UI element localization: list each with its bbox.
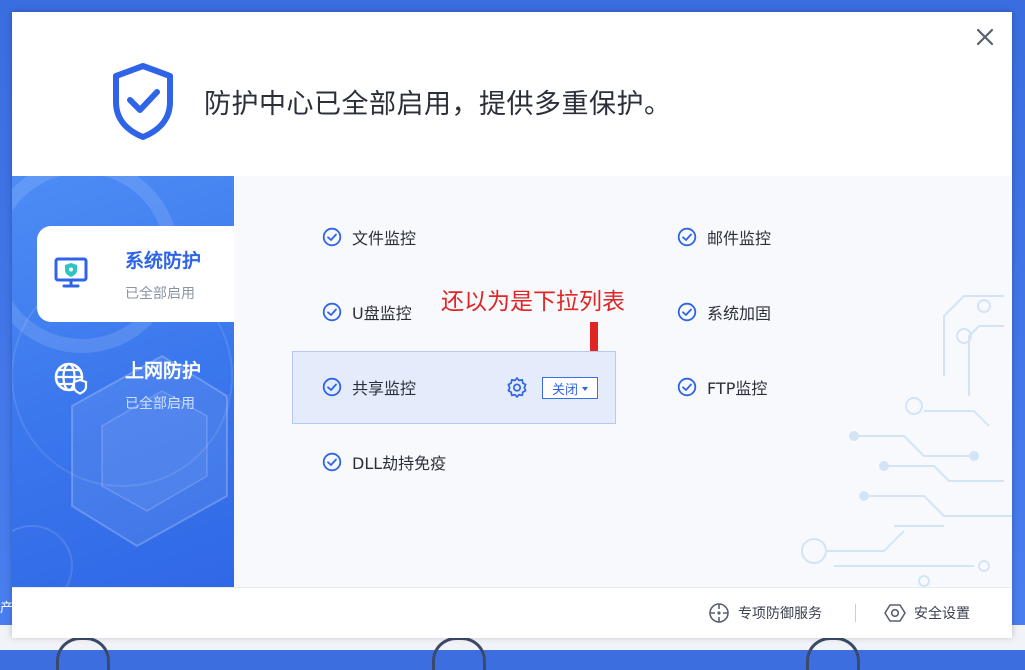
divider (855, 604, 856, 622)
feature-system-harden[interactable]: 系统加固 (677, 302, 772, 323)
circuit-decoration (801, 295, 1012, 587)
feature-label: U盘监控 (352, 304, 412, 323)
check-circle-icon (677, 302, 697, 322)
sidebar-item-title: 上网防护 (125, 360, 202, 382)
check-circle-icon (322, 227, 342, 247)
settings-icon (884, 604, 906, 622)
shield-icon (432, 637, 486, 670)
annotation-text: 还以为是下拉列表 (441, 289, 625, 315)
check-circle-icon (322, 377, 342, 397)
crosshair-icon (709, 603, 729, 623)
protection-features-panel: 文件监控 邮件监控 还以为是下拉列表 U盘监控 系统加固 共享监控 关闭 FTP… (234, 176, 1012, 587)
check-circle-icon (322, 302, 342, 322)
share-monitor-dropdown[interactable]: 关闭 (542, 377, 598, 399)
feature-label: 共享监控 (352, 379, 417, 398)
gear-icon[interactable] (506, 376, 528, 398)
shield-icon (56, 637, 110, 670)
check-circle-icon (677, 227, 697, 247)
feature-ftp-monitor[interactable]: FTP监控 (677, 377, 768, 398)
feature-label: 邮件监控 (707, 229, 772, 248)
sidebar-item-system-protection[interactable]: 系统防护 已全部启用 (37, 226, 234, 322)
footer-link-label: 安全设置 (914, 606, 970, 622)
globe-shield-icon (54, 362, 88, 395)
shield-check-icon (113, 63, 173, 140)
shield-icon (806, 637, 860, 670)
footer: 专项防御服务 安全设置 (12, 587, 1012, 638)
special-defense-service-link[interactable]: 专项防御服务 (708, 602, 822, 624)
protection-center-dialog: 防护中心已全部启用，提供多重保护。 系统防护 已全部启用 上网防护 已全部启用 … (12, 12, 1012, 638)
feature-label: 系统加固 (707, 304, 772, 323)
feature-label: DLL劫持免疫 (352, 454, 447, 473)
close-icon[interactable] (972, 24, 998, 50)
sidebar-item-status: 已全部启用 (125, 286, 195, 302)
monitor-shield-icon (54, 257, 88, 288)
feature-label: 文件监控 (352, 229, 417, 248)
check-circle-icon (677, 377, 697, 397)
sidebar: 系统防护 已全部启用 上网防护 已全部启用 (12, 176, 234, 587)
sidebar-item-web-protection[interactable]: 上网防护 已全部启用 (37, 336, 234, 432)
footer-link-label: 专项防御服务 (738, 606, 822, 622)
feature-dll-hijack-immunity[interactable]: DLL劫持免疫 (322, 452, 447, 473)
dropdown-value: 关闭 (551, 382, 578, 398)
chevron-down-icon (582, 387, 588, 391)
sidebar-item-status: 已全部启用 (125, 396, 195, 412)
feature-label: FTP监控 (707, 379, 768, 398)
feature-file-monitor[interactable]: 文件监控 (322, 227, 417, 248)
feature-mail-monitor[interactable]: 邮件监控 (677, 227, 772, 248)
feature-usb-monitor[interactable]: U盘监控 (322, 302, 412, 323)
page-title: 防护中心已全部启用，提供多重保护。 (204, 89, 672, 120)
sidebar-item-title: 系统防护 (125, 250, 202, 272)
check-circle-icon (322, 452, 342, 472)
security-settings-link[interactable]: 安全设置 (884, 602, 970, 624)
feature-share-monitor[interactable]: 共享监控 (322, 377, 417, 398)
